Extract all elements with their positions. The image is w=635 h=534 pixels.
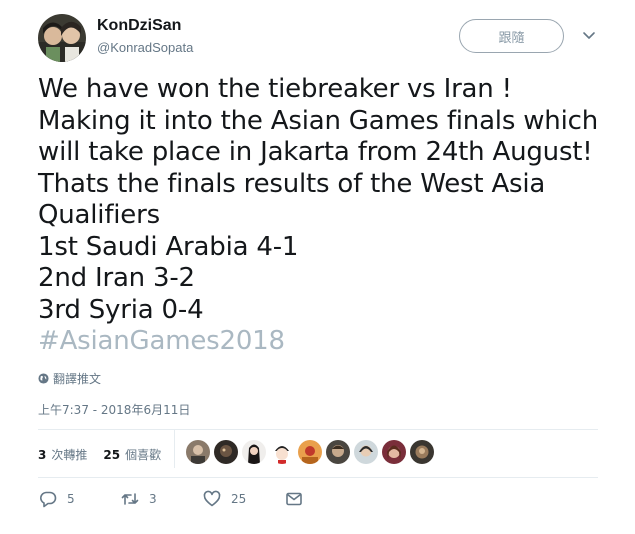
liker-avatar[interactable] bbox=[410, 440, 434, 464]
reply-count: 5 bbox=[67, 492, 75, 506]
tweet-line: We have won the tiebreaker vs Iran ! bbox=[38, 74, 512, 104]
tweet-line: Qualifiers bbox=[38, 200, 160, 230]
retweets-count: 3 bbox=[38, 447, 47, 462]
user-handle[interactable]: @KonradSopata bbox=[97, 40, 193, 55]
globe-icon bbox=[38, 373, 49, 384]
tweet-line: 2nd Iran 3-2 bbox=[38, 263, 195, 293]
chevron-down-icon[interactable] bbox=[580, 26, 598, 44]
liker-avatar[interactable] bbox=[354, 440, 378, 464]
liker-avatar[interactable] bbox=[242, 440, 266, 464]
retweets-stat[interactable]: 3 次轉推 bbox=[38, 446, 87, 463]
divider bbox=[38, 477, 598, 478]
user-name[interactable]: KonDziSan bbox=[97, 17, 181, 35]
user-avatar[interactable] bbox=[38, 14, 86, 62]
tweet-text: We have won the tiebreaker vs Iran ! Mak… bbox=[38, 74, 598, 358]
direct-message-button[interactable] bbox=[284, 489, 304, 509]
likers-avatars bbox=[186, 440, 434, 464]
liker-avatar[interactable] bbox=[298, 440, 322, 464]
retweet-count: 3 bbox=[149, 492, 157, 506]
heart-icon bbox=[203, 490, 221, 507]
liker-avatar[interactable] bbox=[270, 440, 294, 464]
liker-avatar[interactable] bbox=[186, 440, 210, 464]
retweet-icon bbox=[121, 493, 139, 505]
divider bbox=[38, 429, 598, 430]
avatar-image bbox=[38, 14, 86, 62]
tweet-timestamp[interactable]: 上午7:37 - 2018年6月11日 bbox=[38, 401, 190, 418]
hashtag-link[interactable]: #AsianGames2018 bbox=[38, 326, 598, 358]
tweet-line: Making it into the Asian Games finals wh… bbox=[38, 105, 598, 136]
translate-tweet-link[interactable]: 翻譯推文 bbox=[38, 370, 101, 387]
tweet-line: will take place in Jakarta from 24th Aug… bbox=[38, 137, 593, 167]
tweet-stats: 3 次轉推 25 個喜歡 bbox=[38, 446, 177, 463]
tweet-line: Thats the finals results of the West Asi… bbox=[38, 168, 546, 199]
reply-button[interactable]: 5 bbox=[38, 489, 120, 509]
like-button[interactable]: 25 bbox=[202, 489, 284, 509]
envelope-icon bbox=[286, 492, 302, 506]
tweet-line: 3rd Syria 0-4 bbox=[38, 294, 204, 325]
reply-icon bbox=[40, 491, 57, 508]
tweet-actions: 5 3 25 bbox=[38, 489, 304, 509]
stats-separator bbox=[174, 430, 175, 468]
tweet-line: 1st Saudi Arabia 4-1 bbox=[38, 231, 299, 262]
translate-label: 翻譯推文 bbox=[53, 372, 102, 386]
likes-label: 個喜歡 bbox=[125, 448, 162, 462]
retweets-label: 次轉推 bbox=[51, 448, 88, 462]
liker-avatar[interactable] bbox=[214, 440, 238, 464]
liker-avatar[interactable] bbox=[382, 440, 406, 464]
likes-stat[interactable]: 25 個喜歡 bbox=[103, 446, 161, 463]
follow-button[interactable]: 跟隨 bbox=[459, 19, 564, 53]
like-count: 25 bbox=[231, 492, 247, 506]
liker-avatar[interactable] bbox=[326, 440, 350, 464]
tweet-card: KonDziSan @KonradSopata 跟隨 We have won t… bbox=[0, 0, 635, 534]
retweet-button[interactable]: 3 bbox=[120, 489, 202, 509]
likes-count: 25 bbox=[103, 447, 121, 462]
